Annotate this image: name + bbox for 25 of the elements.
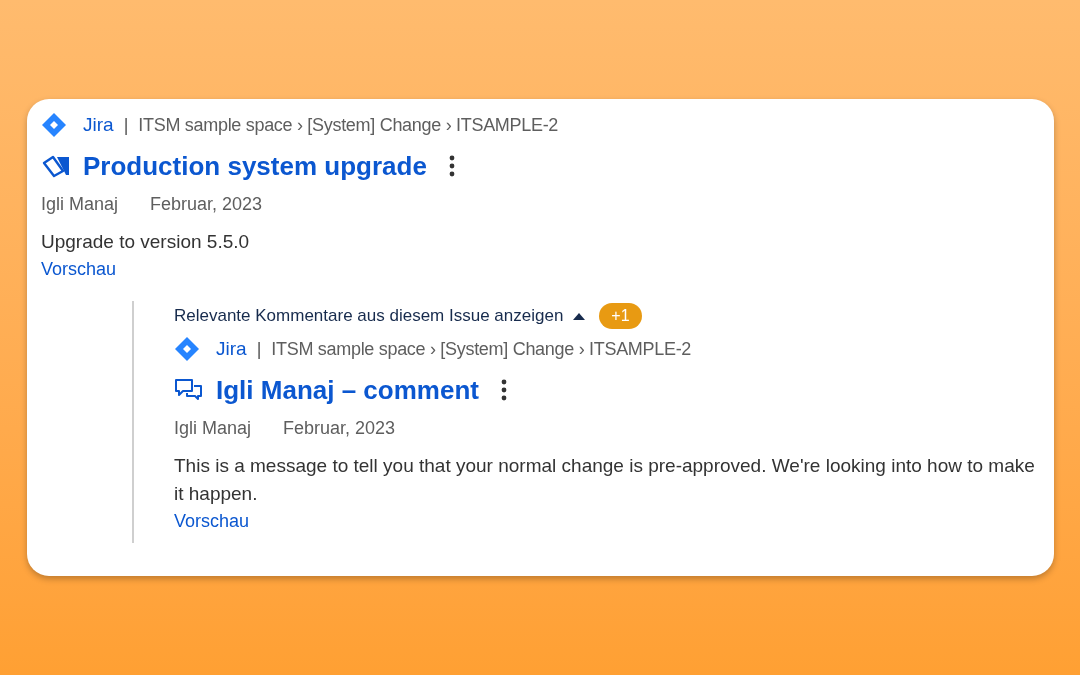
date-text: Februar, 2023 xyxy=(150,193,263,216)
result-title-link[interactable]: Igli Manaj – comment xyxy=(216,370,479,410)
toggle-label[interactable]: Relevante Kommentare aus diesem Issue anzeigen xyxy=(174,303,564,329)
preview-link[interactable]: Vorschau xyxy=(41,259,117,279)
breadcrumb-separator: | xyxy=(123,113,129,137)
source-link[interactable]: Jira xyxy=(216,334,247,364)
breadcrumb: ITSM sample space › [System] Change › ITSAMPLE-2 xyxy=(271,337,692,361)
change-icon xyxy=(41,154,71,178)
more-options-icon[interactable] xyxy=(448,155,455,177)
source-link[interactable]: Jira xyxy=(83,110,114,140)
count-badge: +1 xyxy=(599,303,642,329)
breadcrumb: ITSM sample space › [System] Change › ITSAMPLE-2 xyxy=(138,113,559,137)
caret-icon[interactable] xyxy=(573,312,586,320)
speech-bubbles-icon xyxy=(174,378,204,402)
author-name: Igli Manaj xyxy=(174,417,252,440)
breadcrumb-separator: | xyxy=(256,337,262,361)
preview-link[interactable]: Vorschau xyxy=(174,511,250,531)
diamond-logo-icon xyxy=(41,112,67,138)
author-name: Igli Manaj xyxy=(41,193,119,216)
more-options-icon[interactable] xyxy=(500,379,507,401)
diamond-logo-icon xyxy=(174,336,200,362)
excerpt-text: This is a message to tell you that your normal change is pre-approved. We're looking into how to make it happen. xyxy=(174,454,1036,506)
excerpt-text: Upgrade to version 5.5.0 xyxy=(41,230,251,254)
date-text: Februar, 2023 xyxy=(283,417,396,440)
result-title-link[interactable]: Production system upgrade xyxy=(83,146,427,186)
